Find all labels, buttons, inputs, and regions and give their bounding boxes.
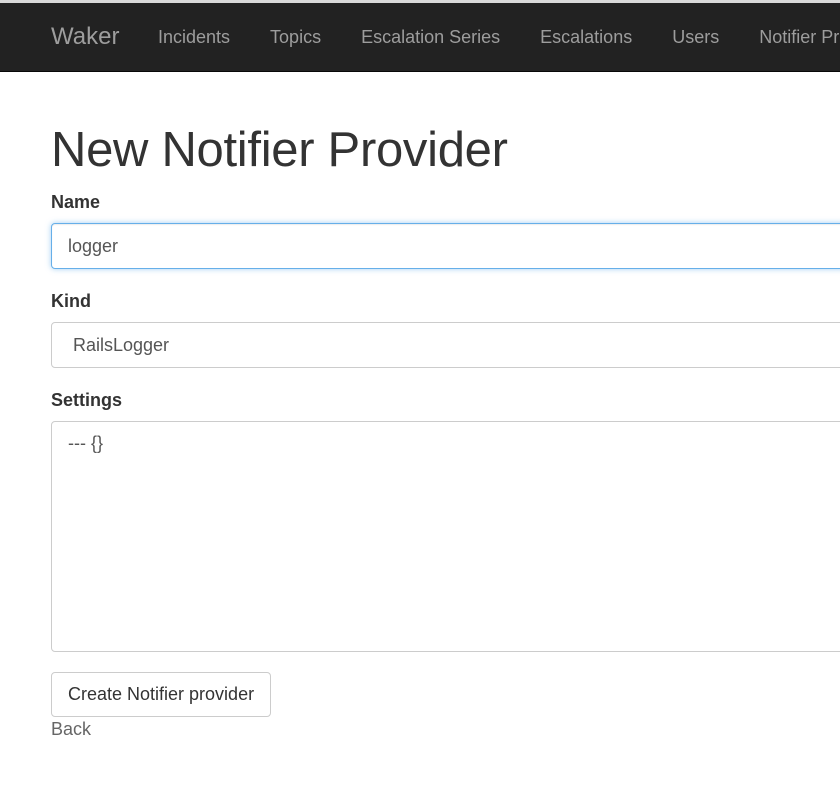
brand-link[interactable]: Waker xyxy=(51,23,119,51)
nav-link-escalation-series[interactable]: Escalation Series xyxy=(361,27,500,48)
name-input[interactable] xyxy=(51,223,840,269)
nav-links: Incidents Topics Escalation Series Escal… xyxy=(158,27,840,48)
create-notifier-provider-button[interactable]: Create Notifier provider xyxy=(51,672,272,717)
back-link[interactable]: Back xyxy=(51,719,91,740)
settings-textarea[interactable]: --- {} xyxy=(51,421,840,652)
nav-link-topics[interactable]: Topics xyxy=(270,27,321,48)
kind-select[interactable]: RailsLogger xyxy=(51,322,840,368)
top-navbar: Waker Incidents Topics Escalation Series… xyxy=(0,3,840,72)
nav-link-users[interactable]: Users xyxy=(672,27,719,48)
settings-label: Settings xyxy=(51,390,123,410)
kind-selected-value: RailsLogger xyxy=(73,335,170,355)
nav-link-incidents[interactable]: Incidents xyxy=(158,27,230,48)
kind-label: Kind xyxy=(51,291,91,311)
name-label: Name xyxy=(51,192,101,212)
nav-link-notifier-providers[interactable]: Notifier Providers xyxy=(759,27,840,48)
nav-link-escalations[interactable]: Escalations xyxy=(540,27,632,48)
page-title: New Notifier Provider xyxy=(51,123,508,177)
